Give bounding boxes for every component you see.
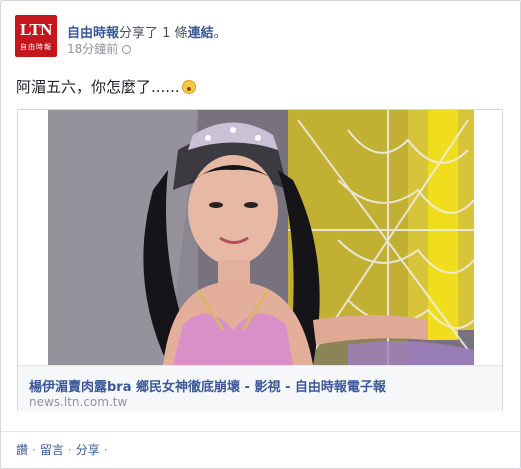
link-title[interactable]: 楊伊湄賣肉露bra 鄉民女神徹底崩壞 - 影視 - 自由時報電子報 bbox=[29, 376, 386, 395]
surprised-emoji-icon bbox=[181, 80, 196, 94]
link-caption[interactable]: 楊伊湄賣肉露bra 鄉民女神徹底崩壞 - 影視 - 自由時報電子報 news.l… bbox=[18, 365, 502, 411]
photo-illustration bbox=[48, 110, 474, 365]
action-divider bbox=[1, 431, 520, 432]
action-separator: · bbox=[32, 443, 36, 457]
shared-link-word[interactable]: 連結 bbox=[188, 26, 214, 41]
status-text: 阿湄五六，你怎麼了...... bbox=[16, 76, 196, 97]
post-card: LTN 自由時報 自由時報分享了 1 條連結。 18分鐘前 阿湄五六，你怎麼了.… bbox=[0, 0, 521, 469]
link-preview[interactable]: 楊伊湄賣肉露bra 鄉民女神徹底崩壞 - 影視 - 自由時報電子報 news.l… bbox=[17, 109, 503, 411]
post-timestamp[interactable]: 18分鐘前 bbox=[67, 42, 118, 56]
header-period: 。 bbox=[213, 26, 227, 41]
page-name-link[interactable]: 自由時報 bbox=[67, 26, 119, 41]
post-header: 自由時報分享了 1 條連結。 bbox=[67, 22, 227, 41]
post-actions: 讚 · 留言 · 分享 · bbox=[16, 441, 112, 458]
globe-icon bbox=[122, 45, 132, 54]
post-meta: 18分鐘前 bbox=[67, 40, 132, 57]
link-preview-image[interactable] bbox=[48, 110, 474, 365]
comment-button[interactable]: 留言 bbox=[40, 443, 64, 457]
status-message: 阿湄五六，你怎麼了...... bbox=[16, 78, 180, 96]
avatar-logo-text: LTN bbox=[20, 20, 52, 39]
action-separator: · bbox=[67, 443, 72, 457]
shared-text: 分享了 1 條 bbox=[119, 26, 188, 41]
page-avatar[interactable]: LTN 自由時報 bbox=[15, 15, 57, 57]
avatar-logo-subtext: 自由時報 bbox=[20, 43, 52, 51]
link-domain: news.ltn.com.tw bbox=[29, 395, 128, 409]
action-separator: · bbox=[103, 443, 108, 457]
like-button[interactable]: 讚 bbox=[16, 443, 28, 457]
share-button[interactable]: 分享 bbox=[76, 443, 100, 457]
